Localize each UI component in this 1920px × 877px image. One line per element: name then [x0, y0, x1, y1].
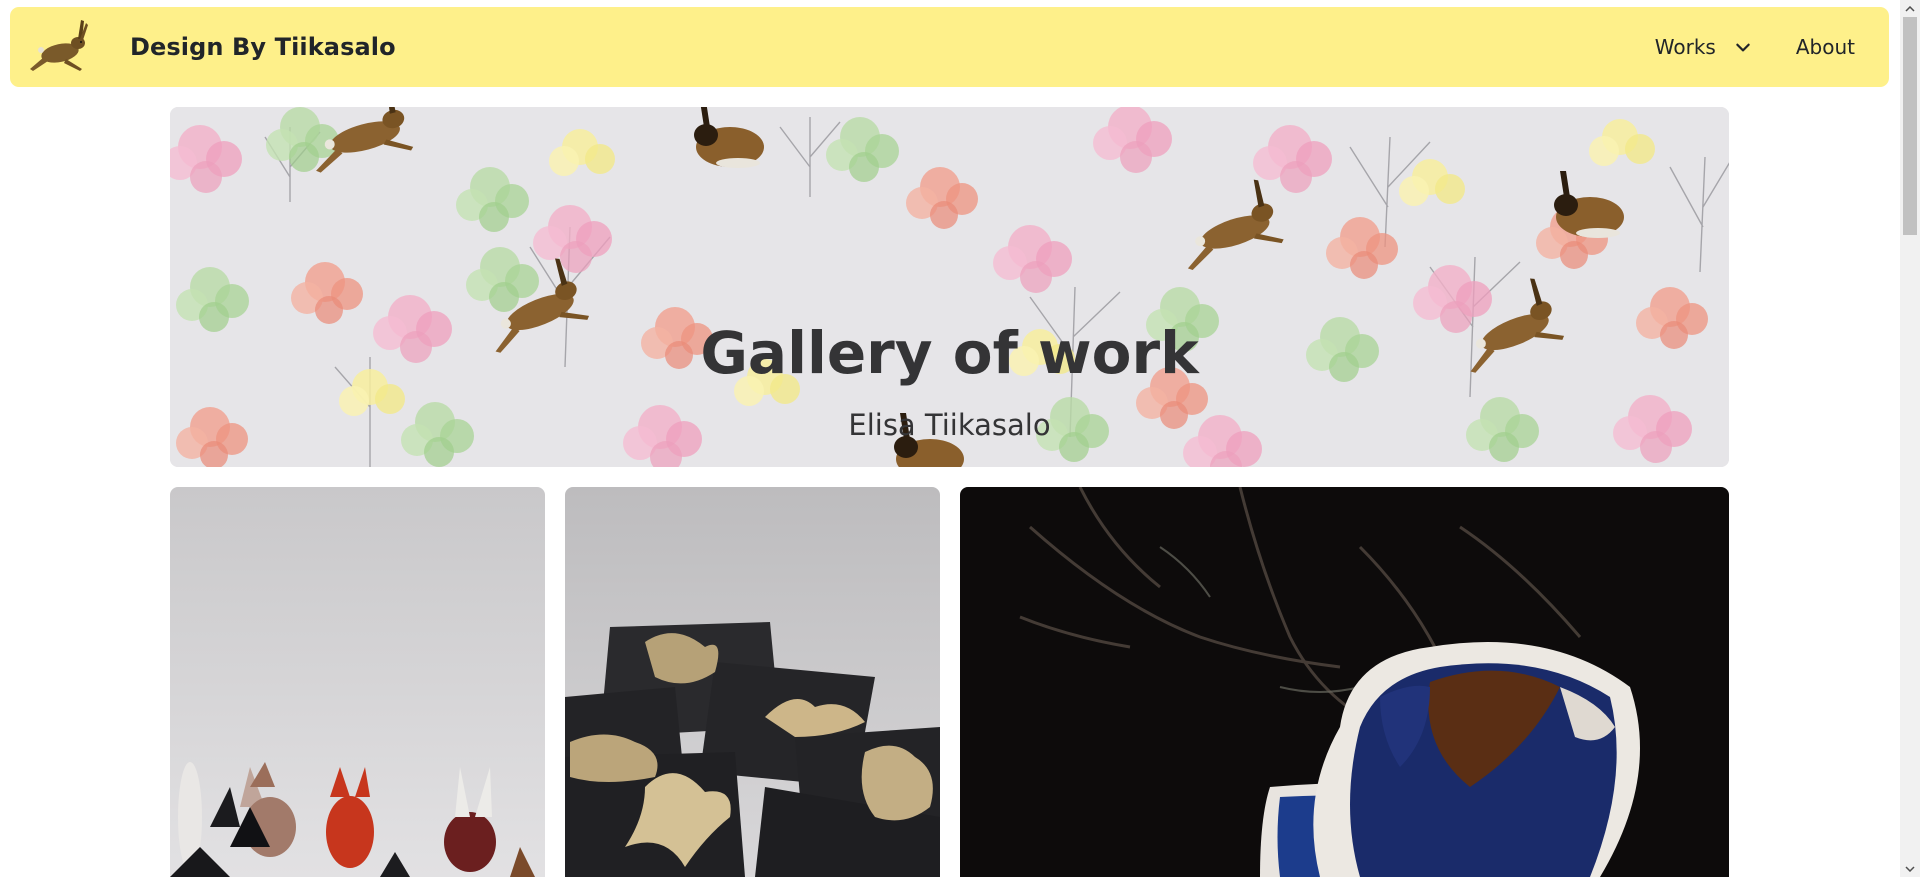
- gallery-card-brooches[interactable]: [565, 487, 940, 877]
- brand-title: Design By Tiikasalo: [130, 33, 396, 61]
- glazed-ceramic-bowls-photo: [960, 487, 1729, 877]
- hare-icon: [30, 20, 88, 71]
- works-dropdown[interactable]: Works: [1655, 35, 1752, 59]
- hero-banner: Gallery of work Elisa Tiikasalo: [170, 107, 1729, 467]
- scroll-up-arrow-icon[interactable]: [1900, 0, 1920, 17]
- top-navbar: Design By Tiikasalo Works About: [10, 7, 1889, 87]
- page-title: Gallery of work: [700, 319, 1199, 387]
- about-link[interactable]: About: [1796, 35, 1855, 59]
- scroll-down-arrow-icon[interactable]: [1900, 860, 1920, 877]
- ceramic-rabbit-figurines-photo: [170, 487, 545, 877]
- nav-menu: Works About: [1655, 35, 1855, 59]
- gallery-card-bowls[interactable]: [960, 487, 1729, 877]
- scrollbar-thumb[interactable]: [1903, 17, 1917, 235]
- brass-animal-brooches-photo: [565, 487, 940, 877]
- works-label: Works: [1654, 35, 1716, 59]
- chevron-down-icon: [1736, 43, 1750, 52]
- page-scrollbar[interactable]: [1900, 0, 1920, 877]
- page-subtitle: Elisa Tiikasalo: [848, 408, 1051, 442]
- gallery-card-ceramic-figurines[interactable]: [170, 487, 545, 877]
- brand-link[interactable]: Design By Tiikasalo: [26, 17, 396, 77]
